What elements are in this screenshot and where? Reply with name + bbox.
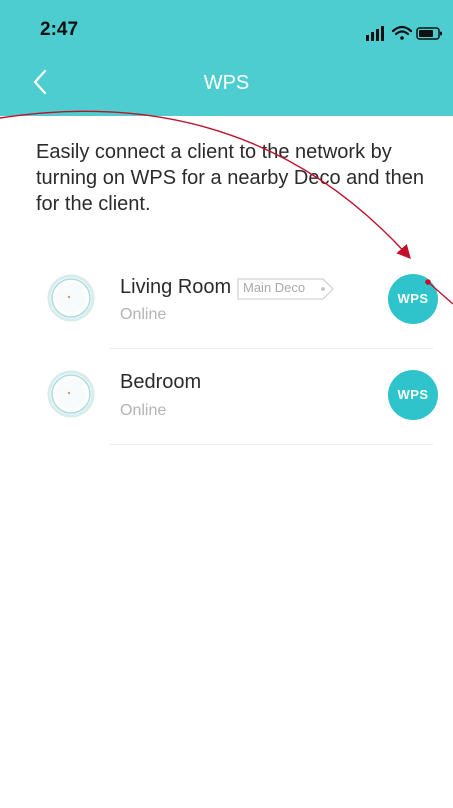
status-icons <box>366 25 442 41</box>
wifi-icon <box>391 25 413 40</box>
wps-button-living-room[interactable]: WPS <box>388 274 438 324</box>
deco-device-icon <box>47 274 95 322</box>
device-status: Online <box>120 306 167 323</box>
main-deco-badge: Main Deco <box>237 278 334 300</box>
signal-icon <box>366 26 384 41</box>
device-status: Online <box>120 402 167 419</box>
row-divider <box>110 444 433 445</box>
badge-label: Main Deco <box>243 280 306 295</box>
wps-button-bedroom[interactable]: WPS <box>388 370 438 420</box>
status-time: 2:47 <box>40 19 79 40</box>
page-title: WPS <box>203 72 250 94</box>
intro-text: Easily connect a client to the network b… <box>36 141 425 215</box>
device-name: Living Room <box>120 276 232 298</box>
deco-device-icon <box>47 370 95 418</box>
device-name: Bedroom <box>120 371 202 393</box>
header-bar: 2:47 WPS <box>0 0 453 116</box>
battery-icon <box>416 27 442 40</box>
